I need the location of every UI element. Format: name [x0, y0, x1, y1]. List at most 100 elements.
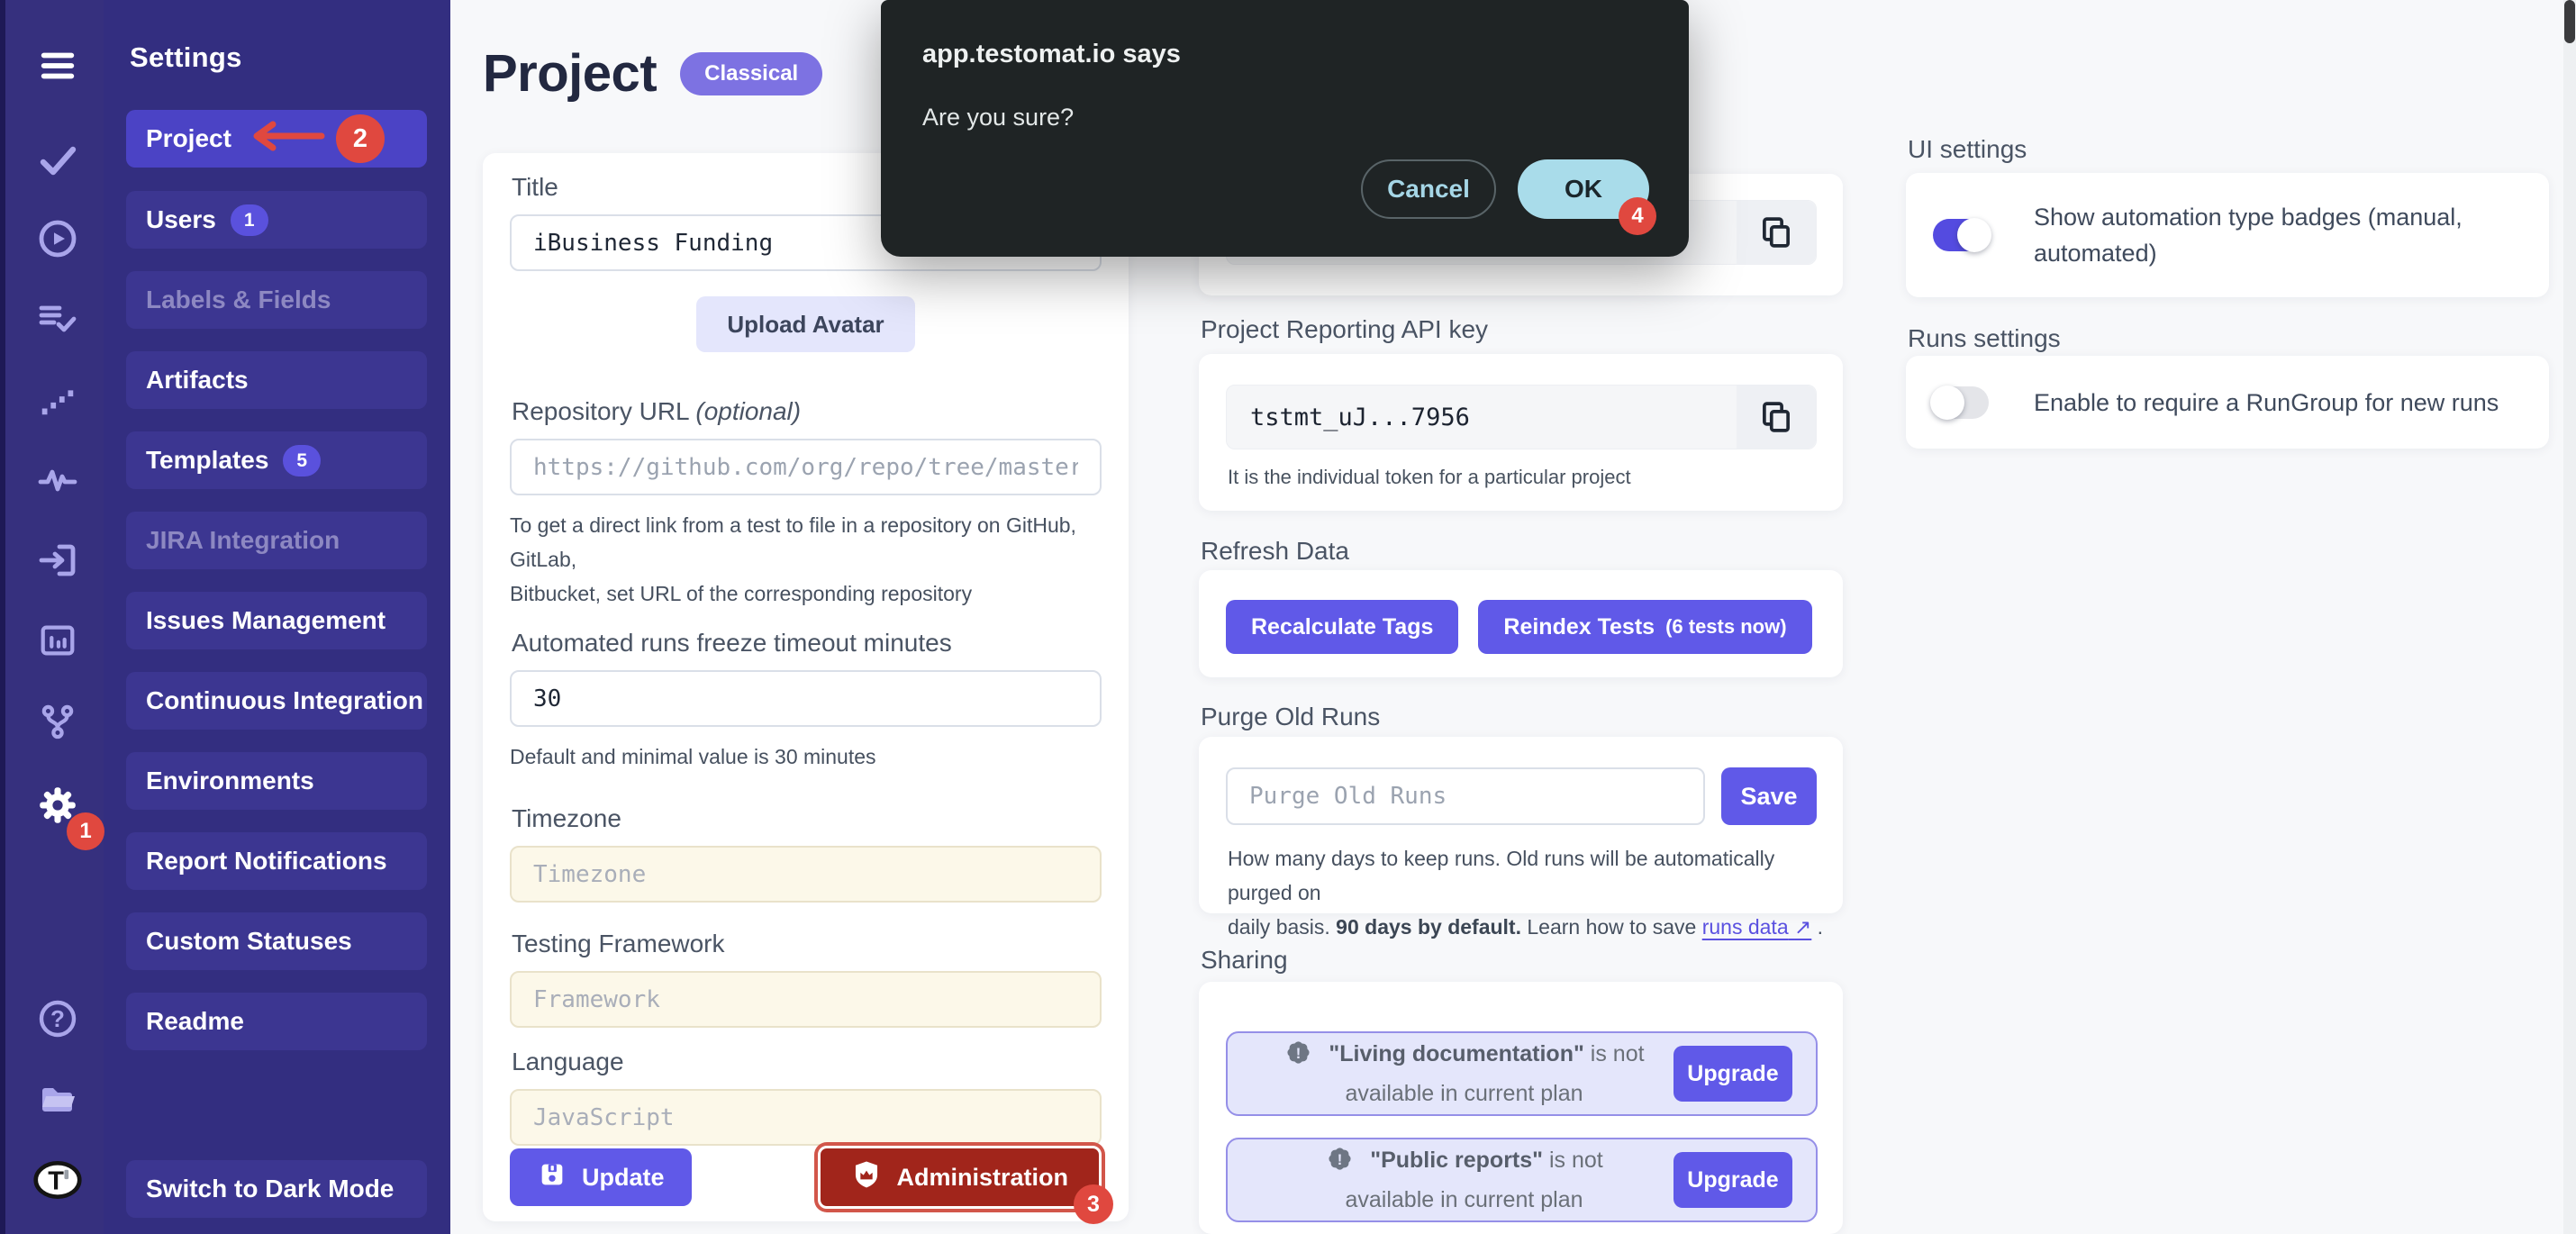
- browser-confirm-dialog: app.testomat.io says Are you sure? Cance…: [881, 0, 1689, 257]
- git-branch-icon[interactable]: [32, 696, 83, 747]
- page-scrollbar[interactable]: [2563, 0, 2576, 1234]
- upgrade-button[interactable]: Upgrade: [1673, 1046, 1792, 1102]
- ui-settings-card: Show automation type badges (manual, aut…: [1906, 173, 2549, 297]
- runs-data-link[interactable]: runs data ↗: [1702, 915, 1812, 939]
- repository-url-label: Repository URL (optional): [512, 397, 1102, 426]
- nav-item-project[interactable]: Project 2: [126, 110, 427, 168]
- nav-item-artifacts[interactable]: Artifacts: [126, 351, 427, 409]
- purge-old-runs-heading: Purge Old Runs: [1201, 703, 1380, 731]
- svg-text:!: !: [1296, 1045, 1302, 1061]
- svg-text:?: ?: [50, 1005, 65, 1032]
- nav-item-label: Readme: [146, 1007, 244, 1036]
- nav-item-label: Project: [146, 124, 231, 153]
- freeze-timeout-input[interactable]: [510, 670, 1102, 727]
- upload-avatar-row: Upload Avatar: [510, 296, 1102, 352]
- dialog-source: app.testomat.io says: [922, 40, 1647, 69]
- nav-item-label: Artifacts: [146, 366, 249, 395]
- upsell-text: ! "Public reports" is not available in c…: [1255, 1144, 1673, 1217]
- copy-icon[interactable]: [1737, 201, 1816, 264]
- projects-folder-icon[interactable]: [32, 1074, 83, 1124]
- automation-badges-label: Show automation type badges (manual, aut…: [2034, 199, 2463, 271]
- save-button[interactable]: Save: [1721, 767, 1817, 825]
- milestones-steps-icon[interactable]: [32, 374, 83, 424]
- automation-badges-toggle[interactable]: [1933, 219, 1989, 251]
- rungroup-required-toggle[interactable]: [1933, 386, 1989, 419]
- icon-rail: 1 ? T: [0, 0, 104, 1234]
- testing-framework-input[interactable]: [510, 971, 1102, 1028]
- runs-play-icon[interactable]: [32, 213, 83, 264]
- annotation-badge-3: 3: [1074, 1184, 1113, 1224]
- nav-item-report-notifications[interactable]: Report Notifications: [126, 832, 427, 890]
- svg-text:!: !: [1338, 1151, 1343, 1167]
- freeze-timeout-label: Automated runs freeze timeout minutes: [512, 629, 1102, 658]
- tests-check-icon[interactable]: [32, 134, 83, 185]
- page-header: Project Classical: [483, 43, 822, 104]
- freeze-timeout-help: Default and minimal value is 30 minutes: [510, 739, 1102, 774]
- nav-item-issues-management[interactable]: Issues Management: [126, 592, 427, 649]
- pull-sign-in-icon[interactable]: [32, 535, 83, 585]
- ok-button[interactable]: OK 4: [1518, 159, 1649, 219]
- testing-framework-label: Testing Framework: [512, 930, 1102, 958]
- nav-item-jira-integration[interactable]: JIRA Integration: [126, 512, 427, 569]
- nav-item-label: Switch to Dark Mode: [146, 1175, 394, 1203]
- dialog-message: Are you sure?: [922, 104, 1647, 132]
- cancel-button[interactable]: Cancel: [1361, 159, 1496, 219]
- upgrade-button[interactable]: Upgrade: [1673, 1152, 1792, 1208]
- plans-checklist-icon[interactable]: [32, 294, 83, 344]
- repository-url-input[interactable]: [510, 439, 1102, 495]
- nav-item-label: Users: [146, 205, 216, 234]
- activity-pulse-icon[interactable]: [32, 455, 83, 505]
- scrollbar-thumb[interactable]: [2564, 0, 2575, 43]
- timezone-input[interactable]: [510, 846, 1102, 903]
- repository-url-help: To get a direct link from a test to file…: [510, 508, 1102, 611]
- settings-heading: Settings: [130, 41, 242, 74]
- premium-seal-icon: !: [1283, 1048, 1320, 1073]
- toggle-knob: [1957, 218, 1991, 252]
- project-settings-card: Title Upload Avatar Repository URL (opti…: [483, 153, 1129, 1221]
- recalculate-tags-button[interactable]: Recalculate Tags: [1226, 600, 1458, 654]
- timezone-label: Timezone: [512, 804, 1102, 833]
- api-key-card: tstmt_uJ...7956 It is the individual tok…: [1199, 354, 1843, 511]
- upload-avatar-button[interactable]: Upload Avatar: [696, 296, 914, 352]
- premium-seal-icon: !: [1325, 1154, 1361, 1179]
- templates-count-badge: 5: [283, 445, 321, 476]
- nav-item-environments[interactable]: Environments: [126, 752, 427, 810]
- form-buttons-row: Update Administration 3: [510, 1146, 1102, 1209]
- settings-gear-icon[interactable]: 1: [32, 780, 83, 830]
- update-button[interactable]: Update: [510, 1148, 692, 1206]
- copy-icon[interactable]: [1737, 386, 1816, 449]
- refresh-buttons-row: Recalculate Tags Reindex Tests (6 tests …: [1226, 600, 1812, 654]
- svg-text:T: T: [48, 1166, 64, 1195]
- language-input[interactable]: [510, 1089, 1102, 1146]
- testomat-logo[interactable]: T: [32, 1155, 83, 1205]
- nav-item-readme[interactable]: Readme: [126, 993, 427, 1050]
- runs-settings-heading: Runs settings: [1908, 324, 2061, 353]
- annotation-badge-2: 2: [336, 114, 385, 163]
- purge-days-input[interactable]: [1226, 767, 1705, 825]
- runs-settings-card: Enable to require a RunGroup for new run…: [1906, 356, 2549, 449]
- nav-item-templates[interactable]: Templates 5: [126, 431, 427, 489]
- rungroup-required-label: Enable to require a RunGroup for new run…: [2034, 385, 2499, 421]
- nav-item-custom-statuses[interactable]: Custom Statuses: [126, 912, 427, 970]
- nav-item-labels-fields[interactable]: Labels & Fields: [126, 271, 427, 329]
- dark-mode-toggle-item[interactable]: Switch to Dark Mode: [126, 1160, 427, 1218]
- nav-item-users[interactable]: Users 1: [126, 191, 427, 249]
- nav-item-continuous-integration[interactable]: Continuous Integration: [126, 672, 427, 730]
- reindex-tests-button[interactable]: Reindex Tests (6 tests now): [1478, 600, 1811, 654]
- ui-settings-heading: UI settings: [1908, 135, 2027, 164]
- purge-row: Save: [1226, 767, 1817, 825]
- administration-button[interactable]: Administration 3: [818, 1146, 1102, 1209]
- analytics-chart-icon[interactable]: [32, 615, 83, 666]
- nav-item-label: Labels & Fields: [146, 286, 331, 314]
- toggle-knob: [1930, 386, 1964, 420]
- sharing-heading: Sharing: [1201, 946, 1288, 975]
- annotation-badge-4: 4: [1619, 197, 1656, 235]
- external-link-icon: ↗: [1794, 915, 1811, 939]
- api-key-help: It is the individual token for a particu…: [1228, 466, 1631, 489]
- admin-shield-icon: [851, 1159, 882, 1196]
- refresh-data-card: Recalculate Tags Reindex Tests (6 tests …: [1199, 570, 1843, 677]
- help-icon[interactable]: ?: [32, 994, 83, 1044]
- settings-notification-badge: 1: [67, 812, 104, 850]
- purge-help: How many days to keep runs. Old runs wil…: [1228, 841, 1843, 944]
- menu-icon[interactable]: [32, 41, 83, 91]
